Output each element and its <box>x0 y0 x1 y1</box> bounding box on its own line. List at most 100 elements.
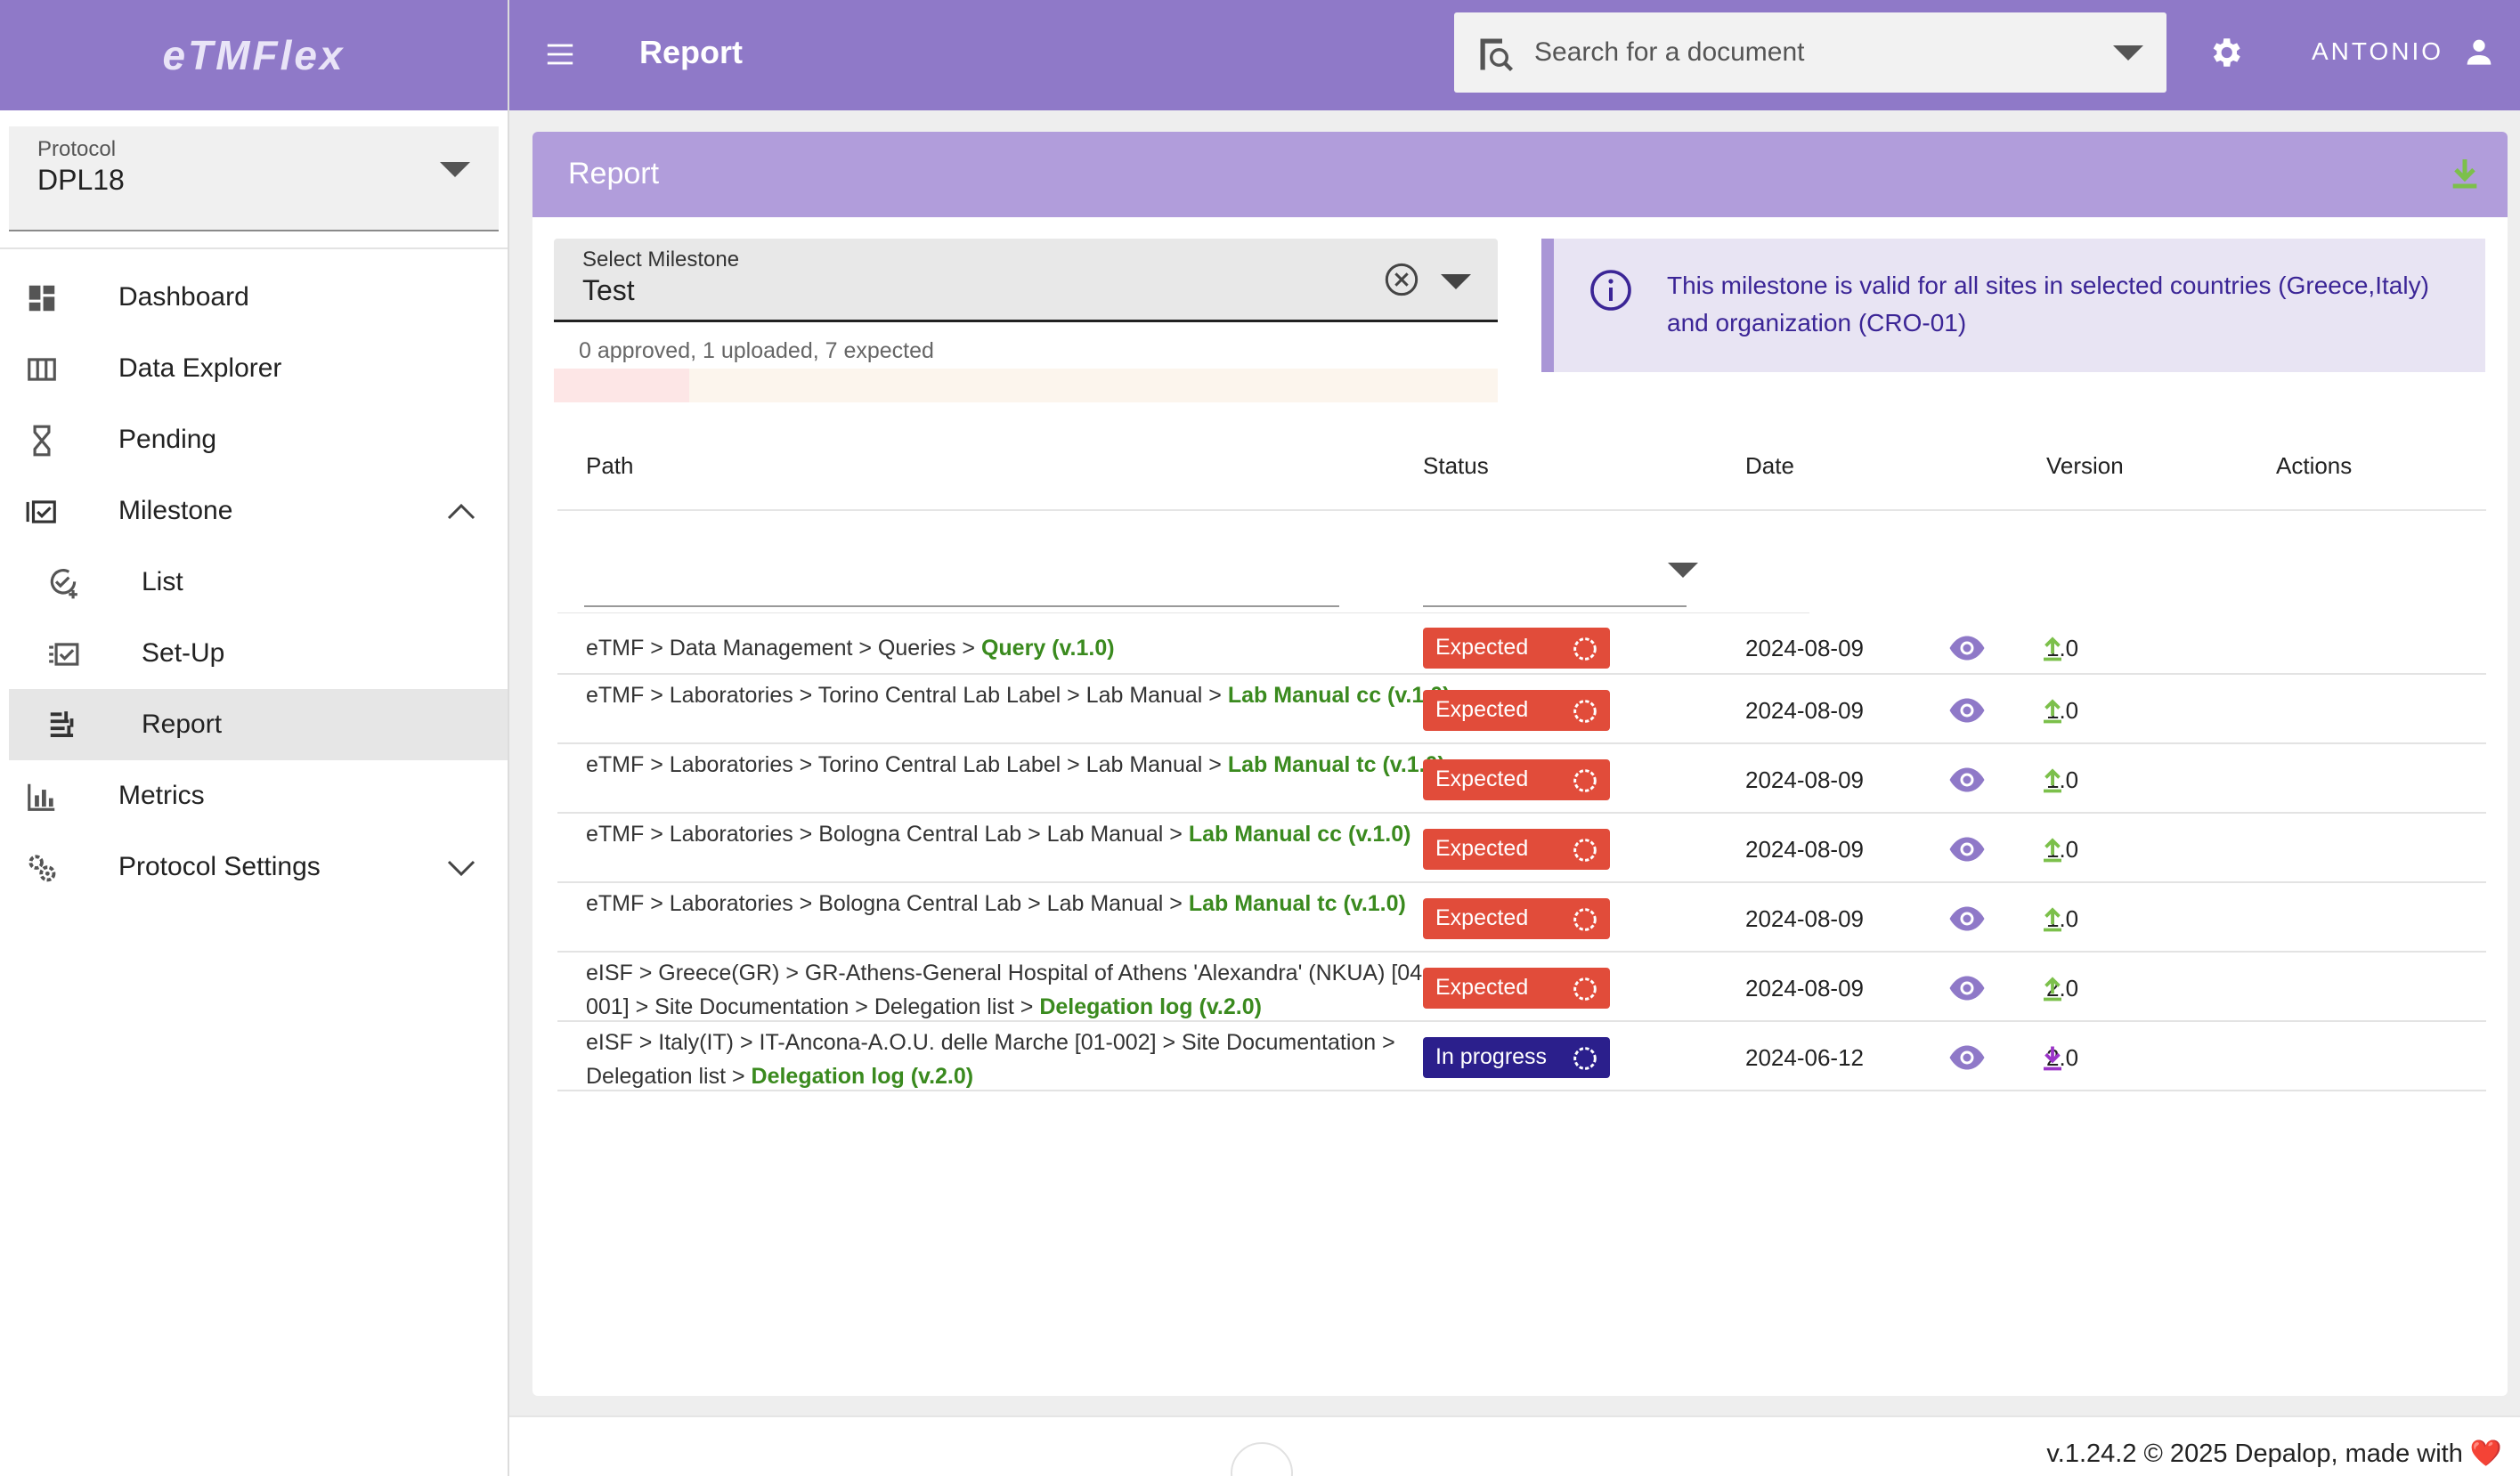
document-search[interactable]: Search for a document <box>1454 12 2166 93</box>
eye-icon[interactable] <box>1948 905 1986 932</box>
status-badge-label: Expected <box>1435 836 1529 861</box>
status-badge: Expected <box>1423 829 1610 870</box>
eye-icon[interactable] <box>1948 1044 1986 1071</box>
download-icon[interactable] <box>2039 1042 2066 1073</box>
document-link[interactable]: Lab Manual cc (v.1.0) <box>1189 822 1411 847</box>
path-text: eISF > Greece(GR) > GR-Athens-General Ho… <box>586 961 1430 1019</box>
document-link[interactable]: Lab Manual cc (v.1.0) <box>1228 683 1451 708</box>
upload-icon[interactable] <box>2039 834 2066 864</box>
gear-outline-icon <box>1573 908 1597 931</box>
checklist-setup-icon <box>49 643 79 666</box>
sidebar-item-list[interactable]: List <box>0 547 508 618</box>
eye-icon[interactable] <box>1948 975 1986 1002</box>
path-text: eTMF > Laboratories > Torino Central Lab… <box>586 752 1228 777</box>
filter-row-divider <box>557 612 1809 613</box>
sidebar-item-report[interactable]: Report <box>9 689 508 760</box>
sidebar-item-label: Set-Up <box>142 638 225 668</box>
sidebar-item-dashboard[interactable]: Dashboard <box>0 262 508 333</box>
bar-chart-icon <box>28 783 55 811</box>
sidebar-nav: Dashboard Data Explorer Pending Mileston… <box>0 262 508 903</box>
protocol-select[interactable]: Protocol DPL18 <box>9 126 499 231</box>
gear-outline-icon <box>1573 839 1597 862</box>
upload-icon[interactable] <box>2039 973 2066 1003</box>
upload-icon[interactable] <box>2039 904 2066 934</box>
document-link[interactable]: Delegation log (v.2.0) <box>1039 994 1262 1019</box>
person-icon[interactable] <box>2465 37 2493 66</box>
column-header-version[interactable]: Version <box>2046 452 2124 480</box>
sidebar-item-set-up[interactable]: Set-Up <box>0 618 508 689</box>
status-badge-label: Expected <box>1435 905 1529 930</box>
menu-icon[interactable] <box>545 39 575 69</box>
document-link[interactable]: Lab Manual tc (v.1.0) <box>1228 752 1445 777</box>
milestone-progress-fill <box>554 369 689 402</box>
report-card-header: Report <box>532 132 2508 217</box>
status-badge: Expected <box>1423 968 1610 1009</box>
chevron-down-icon[interactable] <box>1668 563 1698 578</box>
upload-icon[interactable] <box>2039 695 2066 726</box>
hourglass-icon <box>33 425 51 457</box>
download-report-icon[interactable] <box>2447 155 2483 191</box>
brand-logo[interactable]: eTMFlex <box>0 0 508 110</box>
column-header-status[interactable]: Status <box>1423 452 1489 480</box>
table-row: eTMF > Laboratories > Bologna Central La… <box>557 885 2486 953</box>
status-badge: Expected <box>1423 628 1610 669</box>
gear-outline-icon <box>1573 637 1597 661</box>
sidebar-item-label: Data Explorer <box>118 353 282 383</box>
sidebar-item-pending[interactable]: Pending <box>0 404 508 475</box>
path-filter-input[interactable] <box>584 605 1339 607</box>
status-badge-label: Expected <box>1435 975 1529 1000</box>
milestone-progress-bar <box>554 369 1498 402</box>
top-bar: Report Search for a document ANTONIO <box>509 0 2520 110</box>
document-search-icon <box>1480 38 1514 72</box>
milestone-select-value: Test <box>582 274 635 306</box>
eye-icon[interactable] <box>1948 697 1986 724</box>
milestone-summary: 0 approved, 1 uploaded, 7 expected <box>579 338 934 363</box>
protocol-label: Protocol <box>37 137 117 161</box>
chevron-up-icon[interactable] <box>447 500 476 522</box>
sidebar-item-data-explorer[interactable]: Data Explorer <box>0 333 508 404</box>
eye-icon[interactable] <box>1948 635 1986 661</box>
search-placeholder: Search for a document <box>1534 37 1805 67</box>
document-path: eTMF > Laboratories > Torino Central Lab… <box>586 748 1467 782</box>
gear-icon[interactable] <box>2207 34 2244 71</box>
document-path: eISF > Italy(IT) > IT-Ancona-A.O.U. dell… <box>586 1026 1467 1093</box>
chevron-down-icon[interactable] <box>1441 274 1471 289</box>
column-header-date[interactable]: Date <box>1745 452 1794 480</box>
dashboard-icon <box>28 285 55 312</box>
heart-icon: ❤️ <box>2469 1440 2502 1468</box>
eye-icon[interactable] <box>1948 836 1986 863</box>
app-root: eTMFlex Protocol DPL18 Dashboard Data Ex… <box>0 0 2520 1476</box>
milestone-checklist-icon <box>26 500 56 523</box>
path-text: eTMF > Laboratories > Torino Central Lab… <box>586 683 1228 708</box>
gear-outline-icon <box>1573 769 1597 792</box>
status-badge-label: Expected <box>1435 766 1529 791</box>
status-badge-label: In progress <box>1435 1044 1548 1069</box>
document-link[interactable]: Delegation log (v.2.0) <box>752 1064 974 1089</box>
document-link[interactable]: Query (v.1.0) <box>981 636 1115 661</box>
user-name[interactable]: ANTONIO <box>2312 37 2443 66</box>
eye-icon[interactable] <box>1948 766 1986 793</box>
path-text: eISF > Italy(IT) > IT-Ancona-A.O.U. dell… <box>586 1030 1395 1089</box>
table-row: eISF > Greece(GR) > GR-Athens-General Ho… <box>557 954 2486 1022</box>
document-link[interactable]: Lab Manual tc (v.1.0) <box>1189 891 1406 916</box>
chevron-down-icon[interactable] <box>447 856 476 878</box>
status-badge: Expected <box>1423 759 1610 800</box>
gear-outline-icon <box>1573 700 1597 723</box>
column-header-path[interactable]: Path <box>586 452 634 480</box>
upload-icon[interactable] <box>2039 633 2066 663</box>
scroll-top-button[interactable] <box>1231 1442 1293 1476</box>
status-filter-select[interactable] <box>1423 605 1687 607</box>
sidebar-item-metrics[interactable]: Metrics <box>0 760 508 831</box>
chevron-down-icon <box>440 162 470 177</box>
status-badge: Expected <box>1423 690 1610 731</box>
clear-icon[interactable] <box>1384 262 1419 297</box>
sidebar-divider <box>0 247 508 249</box>
table-row: eISF > Italy(IT) > IT-Ancona-A.O.U. dell… <box>557 1024 2486 1091</box>
sidebar-item-protocol-settings[interactable]: Protocol Settings <box>0 831 508 903</box>
sidebar-item-milestone[interactable]: Milestone <box>0 475 508 547</box>
chevron-down-icon[interactable] <box>2113 45 2143 61</box>
upload-icon[interactable] <box>2039 765 2066 795</box>
milestone-select[interactable]: Select Milestone Test <box>554 239 1498 322</box>
footer-text: v.1.24.2 © 2025 Depalop, made with <box>2046 1440 2470 1468</box>
table-row: eTMF > Data Management > Queries > Query… <box>557 621 2486 675</box>
